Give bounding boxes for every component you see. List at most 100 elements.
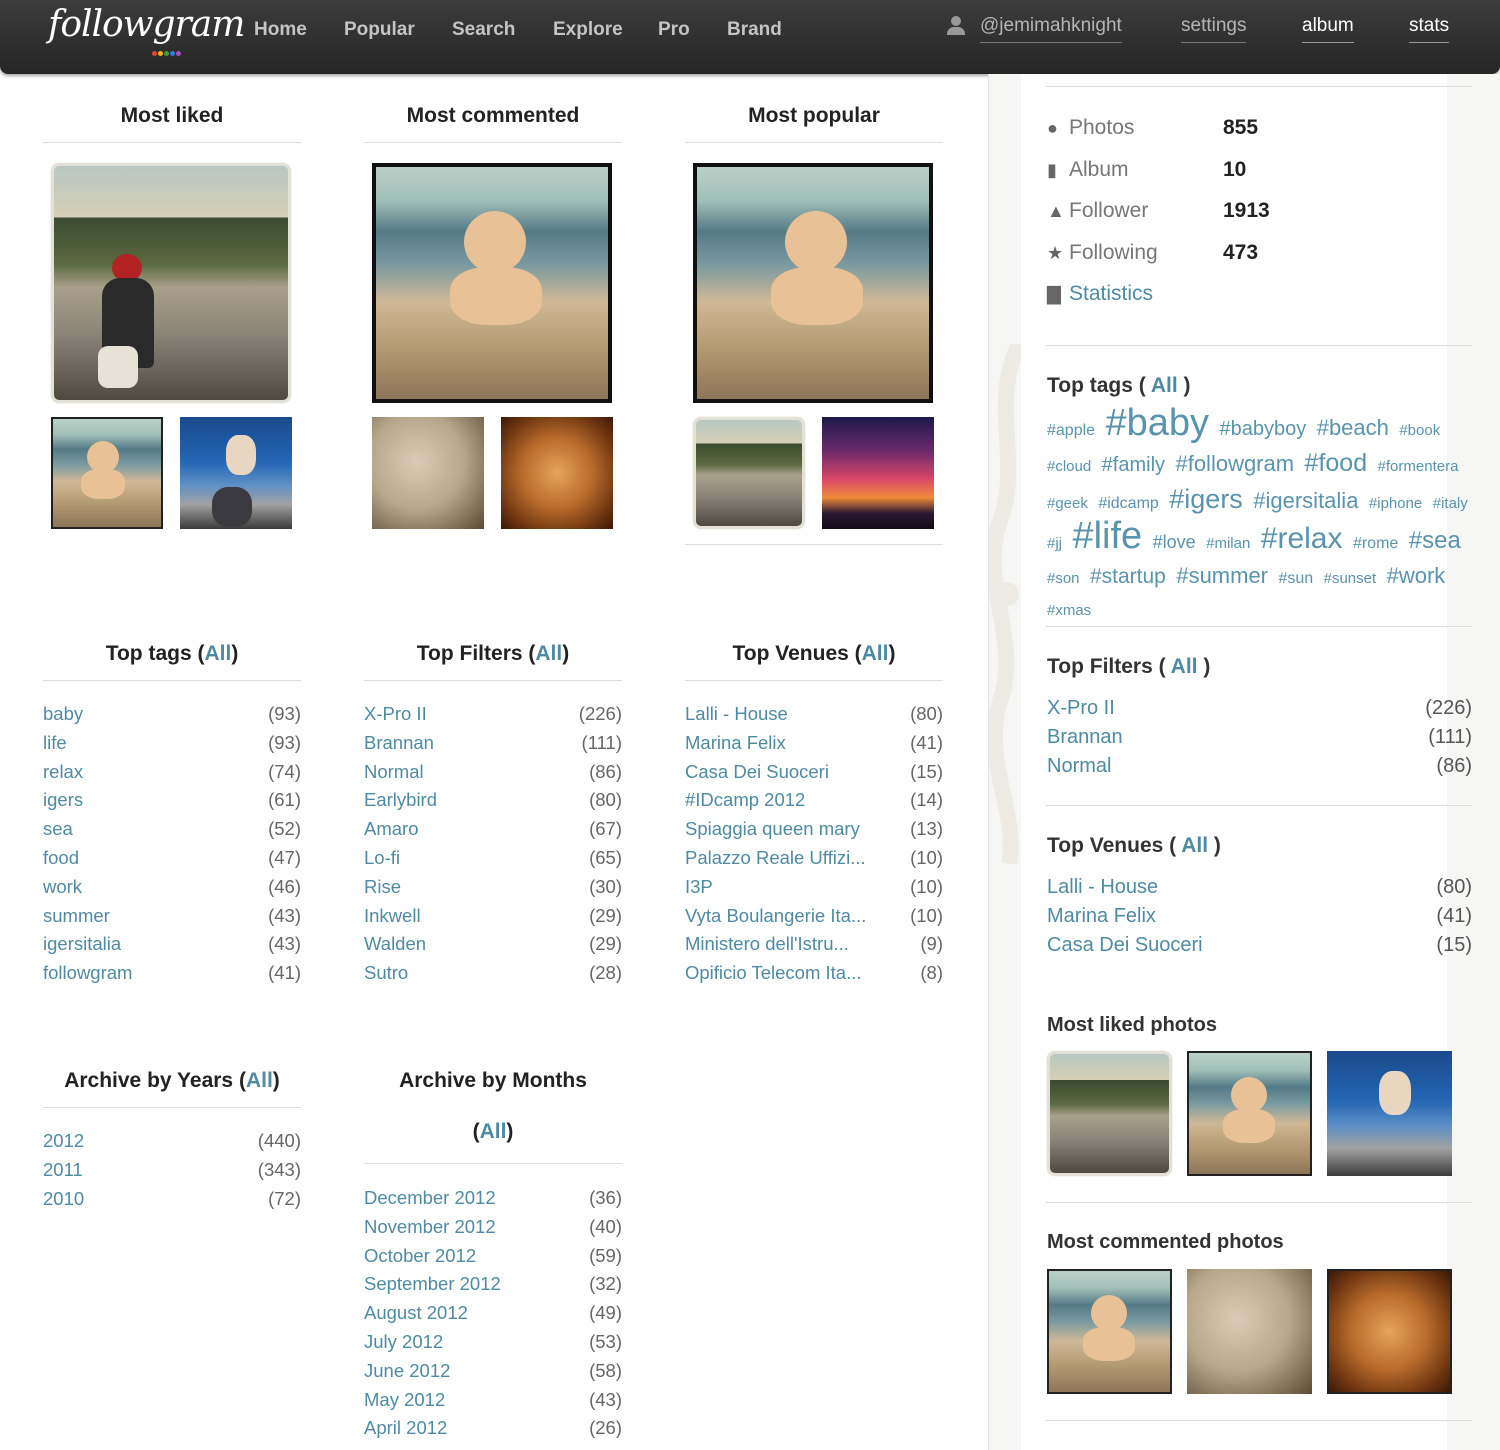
stat-following[interactable]: ★ Following 473	[1047, 241, 1258, 265]
sidebar-filter-name[interactable]: Brannan	[1047, 726, 1123, 749]
list-item[interactable]: sea (52)	[43, 815, 301, 844]
list-item[interactable]: Lo-fi (65)	[364, 844, 622, 873]
stat-album[interactable]: ▮ Album 10	[1047, 158, 1246, 182]
most-popular-thumb-photo[interactable]	[693, 417, 805, 529]
list-item[interactable]: followgram (41)	[43, 959, 301, 988]
list-item[interactable]: Inkwell (29)	[364, 902, 622, 931]
list-item-label[interactable]: Earlybird	[364, 786, 437, 815]
list-item[interactable]: October 2012 (59)	[364, 1242, 622, 1271]
sidebar-filter-row[interactable]: Brannan (111)	[1047, 726, 1472, 749]
list-item[interactable]: July 2012 (53)	[364, 1328, 622, 1357]
list-item[interactable]: Earlybird (80)	[364, 786, 622, 815]
tag-cloud-item[interactable]: #idcamp	[1098, 495, 1158, 512]
list-item-label[interactable]: Sutro	[364, 959, 408, 988]
list-item-label[interactable]: baby	[43, 700, 83, 729]
list-item-label[interactable]: 2010	[43, 1185, 84, 1214]
list-item-label[interactable]: 2012	[43, 1127, 84, 1156]
most-commented-thumb-photo[interactable]	[501, 417, 613, 529]
sidebar-venues-all-link[interactable]: All	[1181, 834, 1208, 857]
list-item-label[interactable]: Lalli - House	[685, 700, 788, 729]
tag-cloud-item[interactable]: #cloud	[1047, 458, 1091, 475]
list-item[interactable]: 2011 (343)	[43, 1156, 301, 1185]
tag-cloud-item[interactable]: #followgram	[1175, 451, 1294, 476]
username-link[interactable]: @jemimahknight	[980, 15, 1122, 43]
list-item-label[interactable]: May 2012	[364, 1386, 445, 1415]
tag-cloud-item[interactable]: #rome	[1353, 535, 1398, 552]
sidebar-venue-name[interactable]: Casa Dei Suoceri	[1047, 934, 1203, 957]
sidebar-venue-row[interactable]: Casa Dei Suoceri (15)	[1047, 934, 1472, 957]
list-item-label[interactable]: September 2012	[364, 1270, 501, 1299]
list-item[interactable]: igers (61)	[43, 786, 301, 815]
list-item-label[interactable]: food	[43, 844, 79, 873]
list-item-label[interactable]: igers	[43, 786, 83, 815]
list-item[interactable]: Amaro (67)	[364, 815, 622, 844]
most-popular-thumb-photo[interactable]	[822, 417, 934, 529]
list-item[interactable]: igersitalia (43)	[43, 930, 301, 959]
list-item-label[interactable]: work	[43, 873, 82, 902]
list-item[interactable]: #IDcamp 2012 (14)	[685, 786, 943, 815]
sidebar-liked-photo[interactable]	[1047, 1051, 1172, 1176]
list-item[interactable]: June 2012 (58)	[364, 1357, 622, 1386]
sidebar-liked-photo[interactable]	[1327, 1051, 1452, 1176]
top-tags-all-link[interactable]: All	[204, 642, 231, 665]
top-filters-all-link[interactable]: All	[535, 642, 562, 665]
tag-cloud-item[interactable]: #son	[1047, 570, 1080, 587]
list-item[interactable]: baby (93)	[43, 700, 301, 729]
list-item-label[interactable]: Palazzo Reale Uffizi...	[685, 844, 866, 873]
list-item[interactable]: food (47)	[43, 844, 301, 873]
list-item-label[interactable]: June 2012	[364, 1357, 450, 1386]
list-item[interactable]: Sutro (28)	[364, 959, 622, 988]
list-item-label[interactable]: X-Pro II	[364, 700, 427, 729]
nav-home[interactable]: Home	[254, 19, 307, 41]
list-item[interactable]: Brannan (111)	[364, 729, 622, 758]
stat-photos[interactable]: ● Photos 855	[1047, 116, 1258, 140]
tag-cloud-item[interactable]: #relax	[1261, 522, 1343, 555]
tag-cloud-item[interactable]: #startup	[1090, 565, 1166, 588]
list-item-label[interactable]: Rise	[364, 873, 401, 902]
tag-cloud-item[interactable]: #beach	[1317, 415, 1389, 440]
list-item[interactable]: Marina Felix (41)	[685, 729, 943, 758]
tag-cloud-item[interactable]: #baby	[1106, 402, 1210, 444]
settings-link[interactable]: settings	[1181, 15, 1247, 43]
list-item[interactable]: summer (43)	[43, 902, 301, 931]
list-item-label[interactable]: November 2012	[364, 1213, 496, 1242]
list-item[interactable]: 2012 (440)	[43, 1127, 301, 1156]
list-item-label[interactable]: Spiaggia queen mary	[685, 815, 860, 844]
list-item[interactable]: April 2012 (26)	[364, 1414, 622, 1443]
top-venues-all-link[interactable]: All	[862, 642, 889, 665]
list-item-label[interactable]: Normal	[364, 758, 424, 787]
list-item[interactable]: Casa Dei Suoceri (15)	[685, 758, 943, 787]
most-liked-main-photo[interactable]	[51, 163, 291, 403]
sidebar-venue-row[interactable]: Marina Felix (41)	[1047, 905, 1472, 928]
sidebar-filters-all-link[interactable]: All	[1171, 655, 1198, 678]
sidebar-commented-photo[interactable]	[1327, 1269, 1452, 1394]
list-item-label[interactable]: life	[43, 729, 67, 758]
list-item[interactable]: Vyta Boulangerie Ita... (10)	[685, 902, 943, 931]
list-item-label[interactable]: April 2012	[364, 1414, 447, 1443]
list-item-label[interactable]: Inkwell	[364, 902, 421, 931]
list-item[interactable]: August 2012 (49)	[364, 1299, 622, 1328]
list-item-label[interactable]: Vyta Boulangerie Ita...	[685, 902, 866, 931]
tag-cloud-item[interactable]: #life	[1072, 515, 1142, 557]
list-item[interactable]: Lalli - House (80)	[685, 700, 943, 729]
stats-link[interactable]: stats	[1409, 15, 1450, 43]
archive-months-all-link[interactable]: All	[480, 1120, 507, 1143]
list-item-label[interactable]: Casa Dei Suoceri	[685, 758, 829, 787]
tag-cloud-item[interactable]: #family	[1102, 454, 1165, 476]
list-item[interactable]: work (46)	[43, 873, 301, 902]
list-item-label[interactable]: Ministero dell'Istru...	[685, 930, 849, 959]
list-item-label[interactable]: Opificio Telecom Ita...	[685, 959, 862, 988]
list-item[interactable]: Spiaggia queen mary (13)	[685, 815, 943, 844]
tag-cloud-item[interactable]: #iphone	[1369, 495, 1422, 512]
list-item-label[interactable]: Lo-fi	[364, 844, 400, 873]
sidebar-commented-photo[interactable]	[1047, 1269, 1172, 1394]
list-item[interactable]: I3P (10)	[685, 873, 943, 902]
nav-search[interactable]: Search	[452, 19, 515, 41]
list-item-label[interactable]: summer	[43, 902, 110, 931]
list-item[interactable]: relax (74)	[43, 758, 301, 787]
list-item-label[interactable]: Brannan	[364, 729, 434, 758]
list-item[interactable]: X-Pro II (226)	[364, 700, 622, 729]
tag-cloud-item[interactable]: #italy	[1433, 495, 1468, 512]
stat-follower[interactable]: ▲ Follower 1913	[1047, 199, 1270, 223]
sidebar-liked-photo[interactable]	[1187, 1051, 1312, 1176]
